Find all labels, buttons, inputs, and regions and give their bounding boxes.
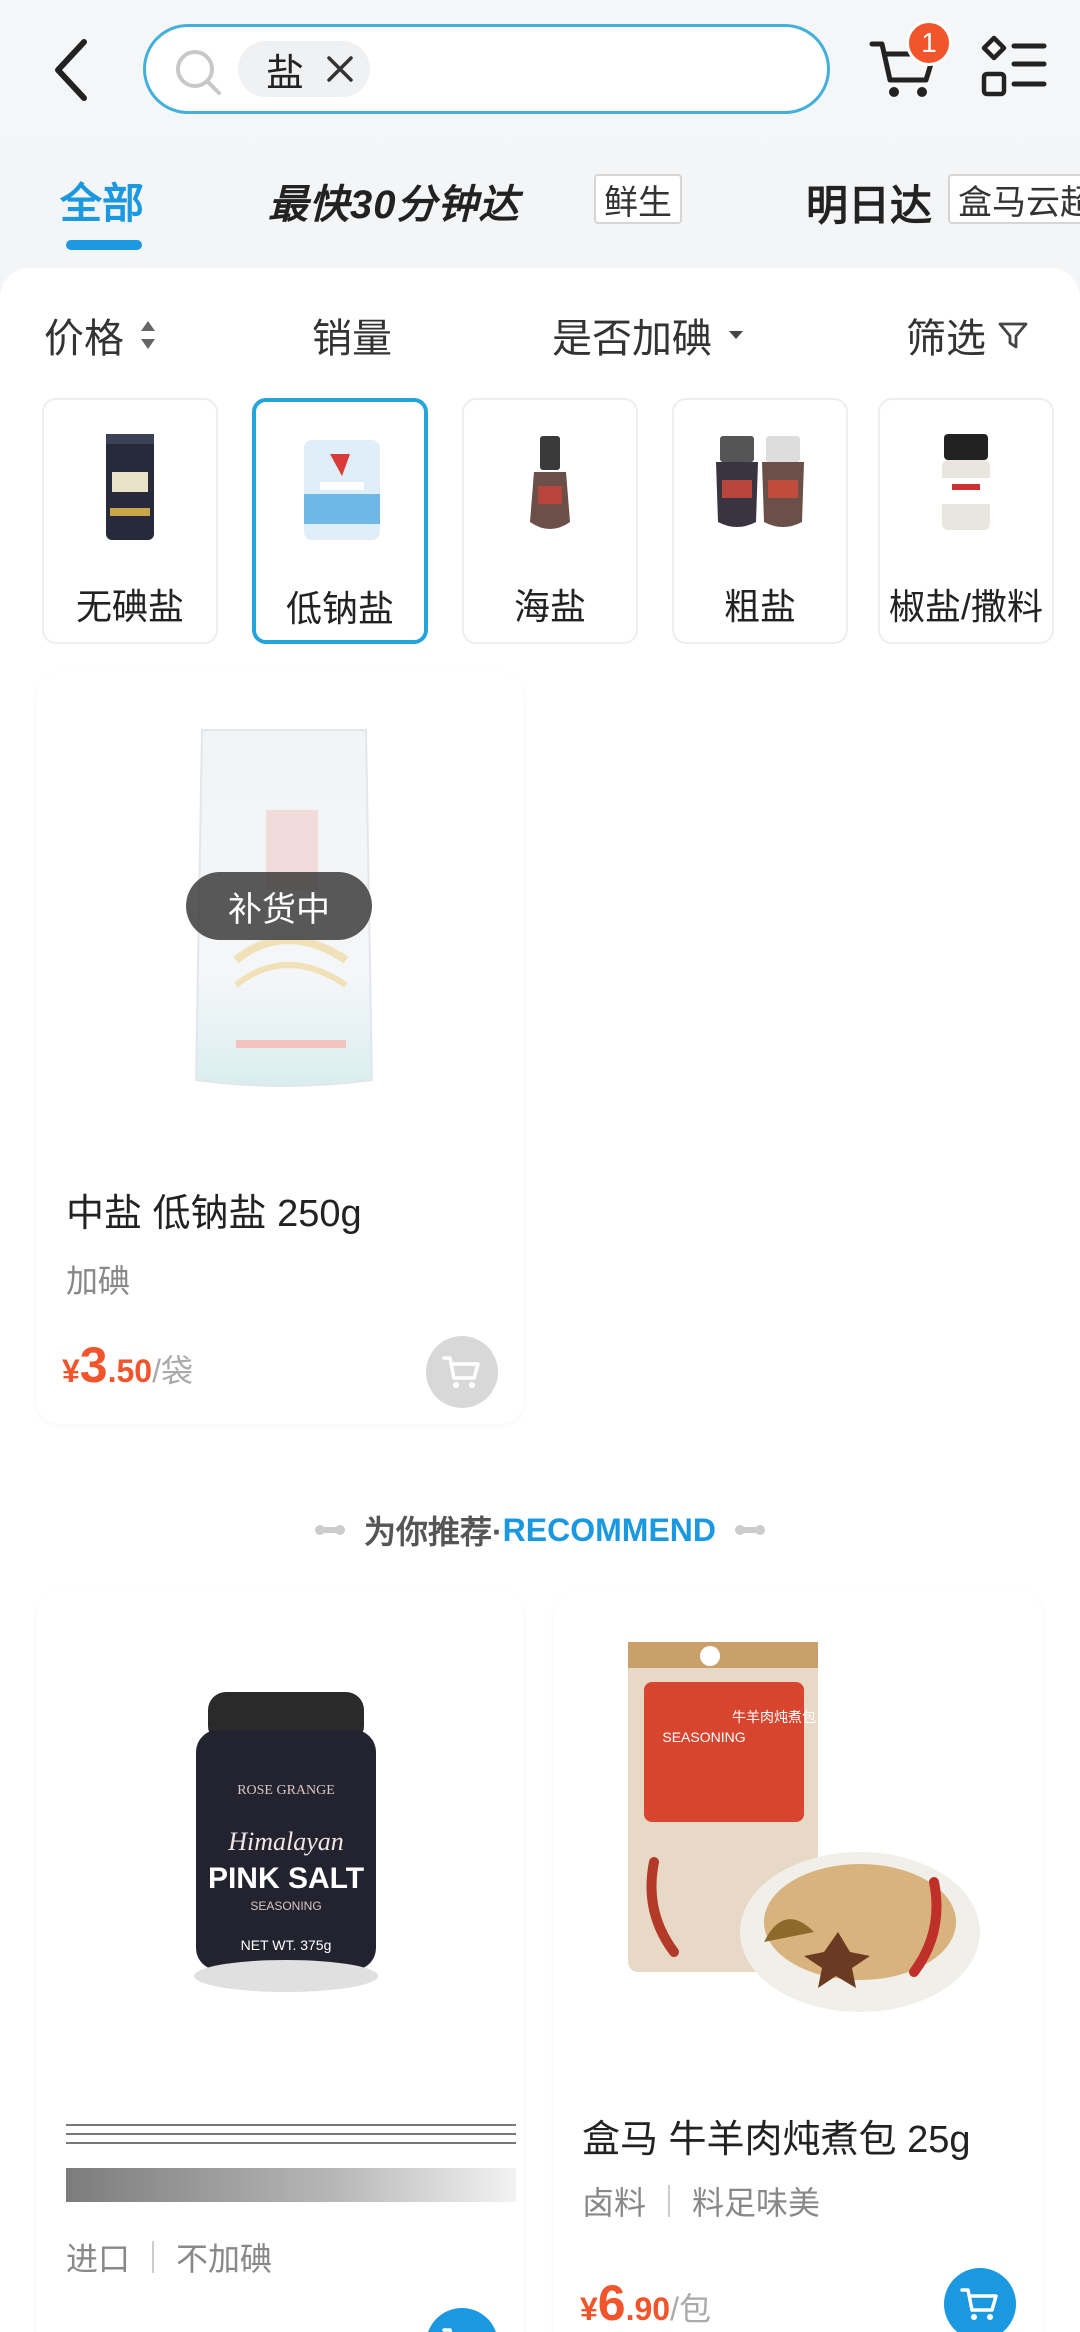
sort-arrows-icon xyxy=(141,321,155,349)
category-card-pepper-salt[interactable]: 椒盐/撒料 xyxy=(878,398,1054,644)
blurred-title-placeholder xyxy=(66,2168,516,2202)
search-icon xyxy=(176,50,221,95)
filter-icon xyxy=(998,322,1028,349)
category-label: 无碘盐 xyxy=(75,586,184,627)
pink-salt-shaker-image: ROSE GRANGE Himalayan PINK SALT SEASONIN… xyxy=(194,1692,378,1992)
price-unit: /袋 xyxy=(152,1353,193,1389)
category-menu-button[interactable] xyxy=(980,34,1048,102)
product-label-text: PINK SALT xyxy=(208,1862,364,1895)
product-tag: 料足味美 xyxy=(692,2185,821,2221)
pack-name-text: 牛羊肉炖煮包 xyxy=(732,1710,816,1726)
add-to-cart-button-disabled[interactable] xyxy=(426,1336,498,1408)
blurred-title-placeholder xyxy=(66,2120,516,2148)
product-price: ¥6.90/包 xyxy=(580,2274,711,2332)
product-script-text: Himalayan xyxy=(227,1827,344,1856)
price-currency: ¥ xyxy=(62,1353,80,1389)
back-button[interactable] xyxy=(40,30,110,110)
sort-sales[interactable]: 销量 xyxy=(312,306,392,364)
category-label: 海盐 xyxy=(513,586,586,627)
product-tag: 卤料 xyxy=(582,2185,647,2221)
price-decimal: .50 xyxy=(107,1353,153,1389)
search-input[interactable]: 盐 xyxy=(143,24,830,114)
recommend-label-en: RECOMMEND xyxy=(502,1511,716,1548)
product-tag-iodized: 加碘 xyxy=(66,1263,131,1299)
search-keyword: 盐 xyxy=(266,52,305,95)
product-tag: 进口 xyxy=(66,2241,131,2277)
category-label: 椒盐/撒料 xyxy=(888,586,1043,627)
cart-icon xyxy=(442,2328,453,2332)
cart-icon xyxy=(960,2288,998,2320)
product-weight-text: NET WT. 375g xyxy=(241,1937,332,1953)
sort-price-label: 价格 xyxy=(44,317,124,361)
recommend-card[interactable]: SEASONING 牛羊肉炖煮包 盒马 牛羊肉炖煮包 25g 卤料 料足味美 ¥… xyxy=(554,1590,1042,2332)
category-card-sea-salt[interactable]: 海盐 xyxy=(462,398,638,644)
salt-grinders-icon xyxy=(716,436,804,527)
product-tag: 不加碘 xyxy=(176,2241,273,2277)
product-price: ¥3.50/袋 xyxy=(62,1336,193,1394)
category-card-low-sodium[interactable]: 低钠盐 xyxy=(252,398,428,644)
back-arrow-icon xyxy=(55,39,87,101)
product-brand-text: ROSE GRANGE xyxy=(237,1783,335,1798)
product-image: ROSE GRANGE Himalayan PINK SALT SEASONIN… xyxy=(166,1682,406,2002)
tab-active-indicator xyxy=(66,240,142,250)
product-title: 盒马 牛羊肉炖煮包 25g xyxy=(582,2119,971,2161)
add-to-cart-button[interactable] xyxy=(944,2268,1016,2332)
product-tags: 卤料 料足味美 xyxy=(582,2178,820,2224)
list-menu-icon xyxy=(981,35,1047,97)
product-tags: 进口 不加碘 xyxy=(66,2234,272,2280)
product-card[interactable]: 中盐 低钠盐 250g 加碘 ¥3.50/袋 xyxy=(36,672,524,1424)
sort-bar: 价格 销量 是否加碘 筛选 xyxy=(0,268,1080,398)
recommend-divider: 为你推荐· RECOMMEND xyxy=(0,1505,1080,1555)
add-to-cart-button[interactable] xyxy=(426,2308,498,2332)
category-label: 低钠盐 xyxy=(285,588,394,629)
sort-iodized-label: 是否加碘 xyxy=(552,317,712,361)
tab-all[interactable]: 全部 xyxy=(60,170,144,231)
filter-button[interactable]: 筛选 xyxy=(906,306,1030,364)
price-decimal: .90 xyxy=(625,2291,671,2327)
delivery-tabs: 全部 最快30分钟达 鲜生 明日达 盒马云超 xyxy=(0,160,1080,250)
tag-separator xyxy=(152,2241,155,2273)
seasoning-bottle-icon xyxy=(942,434,990,530)
top-bar: 盐 1 全部 最快30分钟达 鲜生 明日达 盒马云超 xyxy=(0,0,1080,260)
sort-price[interactable]: 价格 xyxy=(44,306,158,364)
divider-dots-icon xyxy=(315,1525,345,1535)
recommend-label-cn: 为你推荐· xyxy=(364,1514,503,1550)
product-sub-text: SEASONING xyxy=(250,1899,321,1913)
stew-seasoning-pack-image: SEASONING 牛羊肉炖煮包 xyxy=(628,1642,980,2012)
tag-separator xyxy=(668,2185,671,2217)
price-integer: 3 xyxy=(79,1337,108,1393)
tab-tomorrow-tag: 盒马云超 xyxy=(948,174,1080,224)
cart-count-badge: 1 xyxy=(906,20,952,66)
category-row: 无碘盐 低钠盐 海盐 粗盐 椒盐/撒料 xyxy=(0,398,1080,648)
product-image: SEASONING 牛羊肉炖煮包 xyxy=(614,1632,994,2032)
category-card-no-iodine[interactable]: 无碘盐 xyxy=(42,398,218,644)
tab-fast-delivery[interactable]: 最快30分钟达 xyxy=(268,172,520,230)
filter-label: 筛选 xyxy=(906,317,986,361)
restock-status-badge: 补货中 xyxy=(186,872,372,940)
category-label: 粗盐 xyxy=(723,586,796,627)
salt-bag-icon xyxy=(304,440,380,540)
tab-tomorrow[interactable]: 明日达 xyxy=(806,172,932,233)
divider-dots-icon xyxy=(735,1525,765,1535)
sort-iodized[interactable]: 是否加碘 xyxy=(552,306,748,364)
price-currency: ¥ xyxy=(580,2291,598,2327)
search-keyword-chip[interactable]: 盐 xyxy=(238,41,370,97)
product-tag: 加碘 xyxy=(66,1256,130,1302)
price-unit: /包 xyxy=(670,2291,711,2327)
category-card-coarse-salt[interactable]: 粗盐 xyxy=(672,398,848,644)
recommend-card[interactable]: ROSE GRANGE Himalayan PINK SALT SEASONIN… xyxy=(36,1590,524,2332)
caret-down-icon xyxy=(729,331,743,339)
cart-icon xyxy=(442,1356,480,1388)
tab-fast-tag: 鲜生 xyxy=(594,174,682,224)
product-title: 中盐 低钠盐 250g xyxy=(66,1193,362,1235)
salt-canister-icon xyxy=(106,434,154,540)
price-integer: 6 xyxy=(597,2275,626,2331)
salt-grinder-icon xyxy=(530,436,570,529)
pack-label-text: SEASONING xyxy=(662,1729,745,1745)
close-icon[interactable] xyxy=(324,53,356,85)
